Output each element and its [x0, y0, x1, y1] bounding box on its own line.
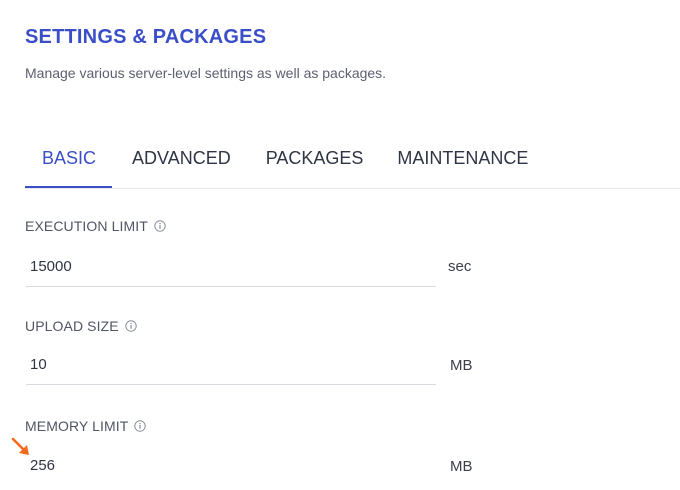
info-circle-icon[interactable] — [124, 320, 137, 332]
page-title: SETTINGS & PACKAGES — [25, 26, 267, 48]
upload-size-label-text: UPLOAD SIZE — [25, 318, 119, 334]
upload-size-input[interactable] — [26, 345, 436, 385]
tab-basic[interactable]: BASIC — [25, 136, 113, 188]
tab-maintenance[interactable]: MAINTENANCE — [380, 136, 545, 186]
upload-size-unit: MB — [450, 357, 473, 374]
tab-advanced[interactable]: ADVANCED — [114, 136, 249, 186]
memory-limit-unit: MB — [450, 458, 473, 475]
memory-limit-input[interactable] — [26, 445, 436, 485]
execution-limit-input[interactable] — [26, 247, 436, 287]
tab-packages[interactable]: PACKAGES — [249, 136, 381, 186]
arrow-pointer-icon — [11, 437, 29, 455]
settings-tabs: BASIC ADVANCED PACKAGES MAINTENANCE — [25, 136, 680, 189]
memory-limit-label-text: MEMORY LIMIT — [25, 418, 129, 434]
page-subtitle: Manage various server-level settings as … — [25, 65, 387, 81]
upload-size-label: UPLOAD SIZE — [25, 318, 137, 334]
info-circle-icon[interactable] — [154, 220, 166, 232]
execution-limit-label: EXECUTION LIMIT — [25, 218, 166, 234]
memory-limit-label: MEMORY LIMIT — [25, 418, 147, 434]
execution-limit-label-text: EXECUTION LIMIT — [25, 218, 148, 234]
info-circle-icon[interactable] — [134, 420, 147, 432]
execution-limit-unit: sec — [448, 258, 472, 275]
